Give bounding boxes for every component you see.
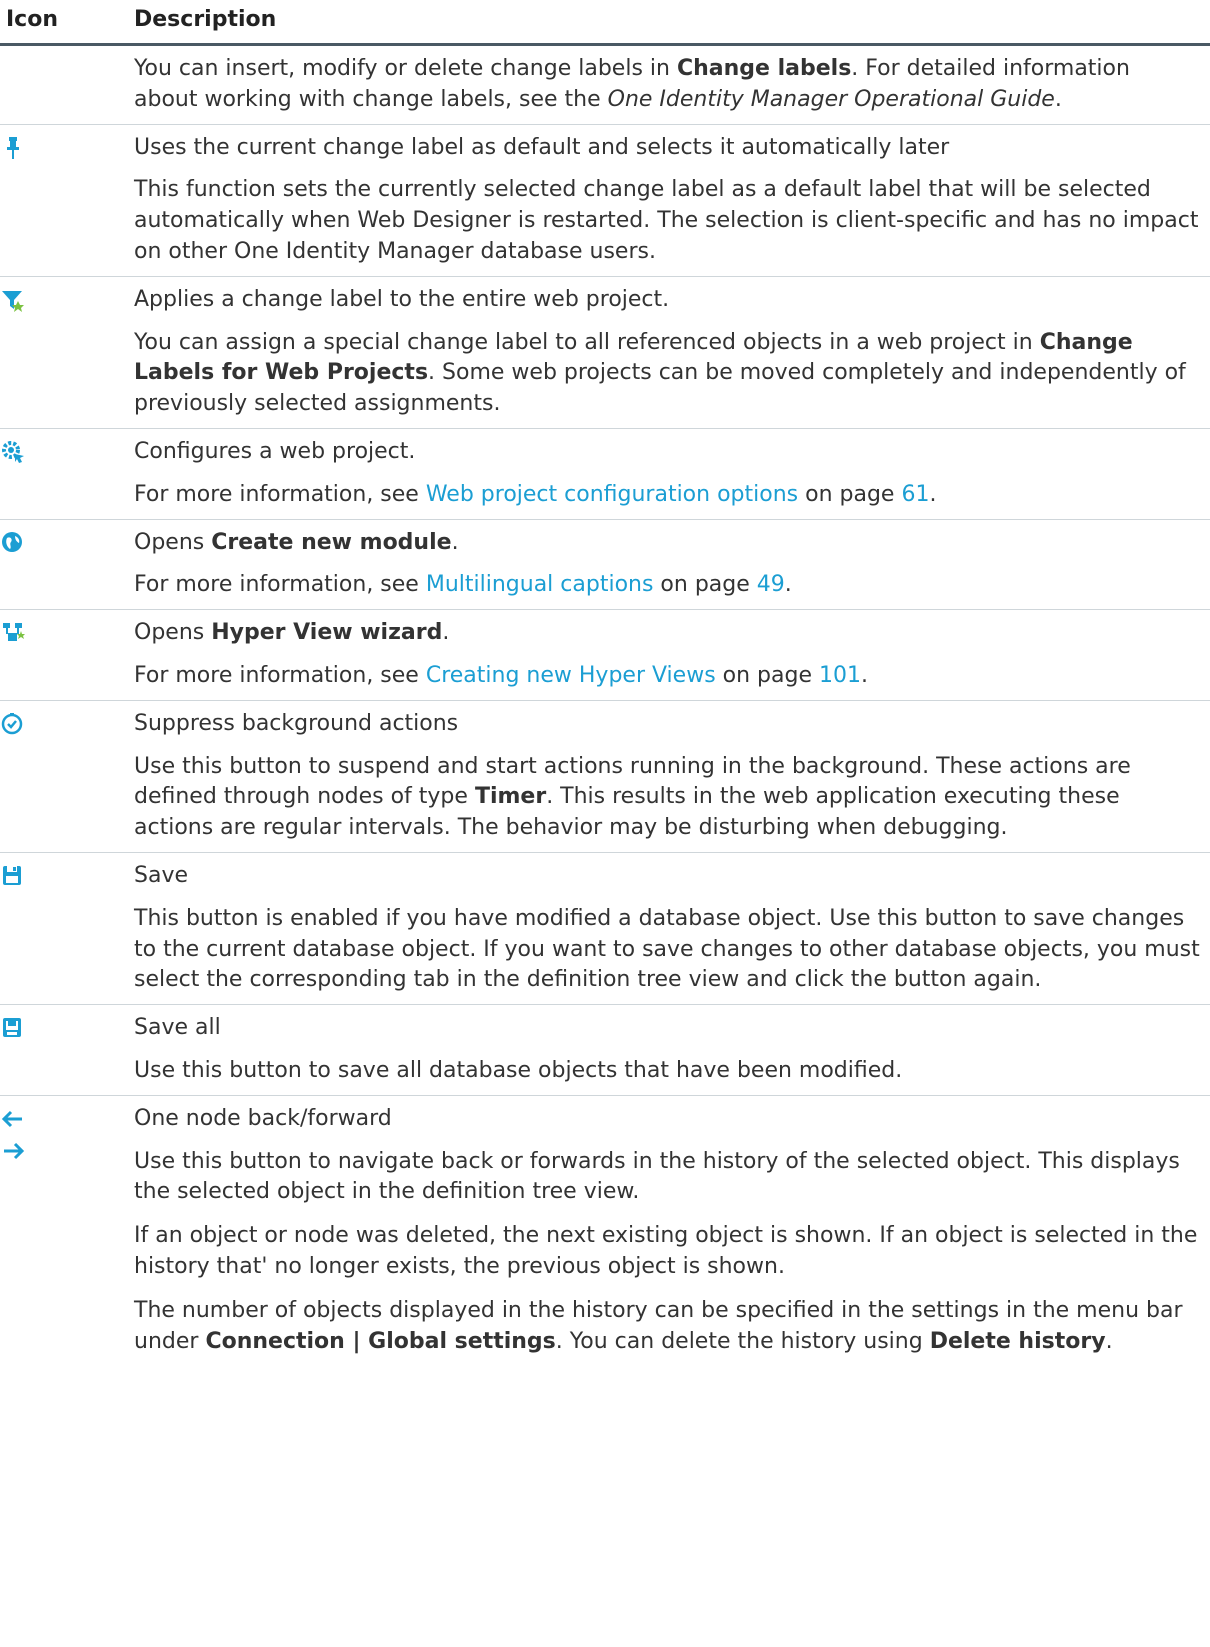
save-icon [3, 865, 21, 885]
description-cell: Save all Use this button to save all dat… [134, 1004, 1210, 1096]
globe-module-icon [2, 531, 22, 552]
description-cell: Uses the current change label as default… [134, 124, 1210, 277]
icon-cell [0, 428, 134, 520]
text-span: on page [653, 572, 757, 598]
table-row: Uses the current change label as default… [0, 124, 1210, 277]
icon-cell [0, 519, 134, 611]
icon-cell [0, 852, 134, 1006]
text-span: . [784, 572, 792, 598]
icon-cell [0, 124, 134, 277]
text-span: . [1105, 1328, 1113, 1354]
row-title: Save [134, 862, 189, 888]
save-all-icon [3, 1018, 21, 1038]
text-span: For more information, see [134, 662, 426, 688]
text-span: . [442, 620, 450, 646]
page-number-link[interactable]: 101 [819, 663, 861, 688]
page-number-link[interactable]: 49 [757, 572, 785, 597]
description-cell: Applies a change label to the entire web… [134, 276, 1210, 429]
description-paragraph: This button is enabled if you have modif… [134, 905, 1200, 993]
description-paragraph: The number of objects displayed in the h… [134, 1296, 1210, 1358]
row-title: Configures a web project. [134, 438, 416, 464]
filter-apply-icon [2, 290, 24, 312]
text-span: You can insert, modify or delete change … [134, 56, 677, 81]
ui-term: Delete history [929, 1328, 1106, 1354]
row-title: One node back/forward [134, 1105, 392, 1131]
table-row: Save all Use this button to save all dat… [0, 1004, 1210, 1096]
row-title: Suppress background actions [134, 710, 459, 736]
icon-cell [0, 44, 134, 125]
description-paragraph: Use this button to navigate back or forw… [134, 1148, 1180, 1205]
ui-term: Change labels [676, 56, 852, 81]
description-cell: Save This button is enabled if you have … [134, 852, 1210, 1006]
description-paragraph: You can assign a special change label to… [134, 328, 1210, 420]
cross-reference-link[interactable]: Creating new Hyper Views [426, 663, 716, 688]
documentation-page: Icon Description You can insert, modify … [0, 0, 1210, 1647]
arrow-back-icon [1, 1110, 22, 1127]
clock-check-icon [1, 712, 23, 734]
text-span: For more information, see [134, 481, 426, 507]
icon-cell [0, 1004, 134, 1096]
table-row: Applies a change label to the entire web… [0, 276, 1210, 429]
text-span: For more information, see [134, 572, 426, 598]
table-row: Suppress background actions Use this but… [0, 700, 1210, 853]
gear-configure-icon [2, 440, 24, 463]
table-header-row: Icon Description [0, 0, 1210, 46]
description-cell: You can insert, modify or delete change … [134, 44, 1210, 125]
icon-reference-table: Icon Description You can insert, modify … [0, 0, 1210, 1365]
cross-reference-link[interactable]: Multilingual captions [426, 572, 654, 597]
column-header-icon: Icon [0, 0, 134, 46]
text-span: on page [715, 662, 820, 688]
table-row: Save This button is enabled if you have … [0, 852, 1210, 1006]
icon-cell [0, 276, 134, 429]
table-row: One node back/forward Use this button to… [0, 1095, 1210, 1365]
description-cell: Opens Hyper View wizard. For more inform… [134, 609, 1210, 701]
icon-cell [0, 1095, 134, 1365]
ui-term: Create new module [211, 529, 452, 555]
description-paragraph: For more information, see Multilingual c… [134, 570, 1210, 601]
text-span: on page [798, 481, 902, 507]
description-paragraph: For more information, see Creating new H… [134, 661, 1210, 692]
description-cell: Opens Create new module. For more inform… [134, 519, 1210, 611]
ui-term: Timer [474, 784, 547, 810]
table-row: Opens Create new module. For more inform… [0, 519, 1210, 611]
description-paragraph: You can insert, modify or delete change … [134, 54, 1210, 116]
description-paragraph: Use this button to save all database obj… [134, 1057, 903, 1083]
text-span: Opens [134, 620, 212, 646]
text-span: . You can delete the history using [555, 1328, 930, 1354]
text-span: . [929, 481, 937, 507]
row-title: Save all [134, 1015, 221, 1041]
page-number-link[interactable]: 61 [901, 482, 929, 507]
description-cell: One node back/forward Use this button to… [134, 1095, 1210, 1365]
row-title: Opens Create new module. [134, 528, 1210, 559]
column-header-description: Description [134, 0, 1210, 46]
table-row: Configures a web project. For more infor… [0, 428, 1210, 520]
icon-cell [0, 609, 134, 701]
description-paragraph: Use this button to suspend and start act… [134, 752, 1210, 844]
description-paragraph: If an object or node was deleted, the ne… [134, 1223, 1198, 1279]
description-cell: Configures a web project. For more infor… [134, 428, 1210, 520]
row-title: Uses the current change label as default… [134, 134, 950, 160]
text-span: . [451, 529, 459, 555]
description-paragraph: This function sets the currently selecte… [134, 177, 1199, 264]
guide-title: One Identity Manager Operational Guide [607, 86, 1055, 112]
ui-term: Connection | Global settings [205, 1328, 556, 1354]
row-title: Opens Hyper View wizard. [134, 618, 1210, 649]
text-span: . [1054, 86, 1062, 112]
ui-term: Hyper View wizard [211, 620, 443, 646]
pin-icon [7, 136, 19, 159]
hyperview-wizard-icon [3, 623, 25, 642]
description-cell: Suppress background actions Use this but… [134, 700, 1210, 853]
text-span: . [861, 662, 869, 688]
arrow-forward-icon [4, 1142, 25, 1159]
description-paragraph: For more information, see Web project co… [134, 480, 1210, 511]
table-row: You can insert, modify or delete change … [0, 44, 1210, 125]
row-title: Applies a change label to the entire web… [134, 286, 670, 312]
text-span: You can assign a special change label to… [134, 329, 1040, 355]
cross-reference-link[interactable]: Web project configuration options [426, 482, 798, 507]
icon-cell [0, 700, 134, 853]
text-span: Opens [134, 529, 212, 555]
table-row: Opens Hyper View wizard. For more inform… [0, 609, 1210, 701]
